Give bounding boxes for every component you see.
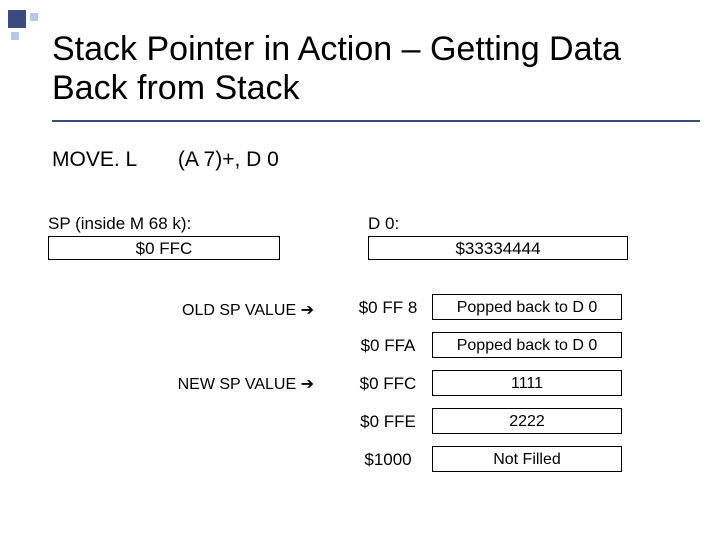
instruction-operands: (A 7)+, D 0 <box>178 148 279 171</box>
mem-cell: 2222 <box>432 408 622 434</box>
mem-cell: Popped back to D 0 <box>432 332 622 358</box>
instruction-mnemonic: MOVE. L <box>52 148 172 172</box>
sp-label: SP (inside M 68 k): <box>48 214 191 234</box>
mem-cell: Not Filled <box>432 446 622 472</box>
d0-value-box: $33334444 <box>368 236 628 260</box>
slide-title: Stack Pointer in Action – Getting Data B… <box>52 30 690 108</box>
sp-value-box: $0 FFC <box>48 236 280 260</box>
mem-addr: $0 FFA <box>356 336 420 356</box>
new-sp-pointer-label: NEW SP VALUE ➔ <box>114 374 314 394</box>
old-sp-pointer-label: OLD SP VALUE ➔ <box>114 300 314 320</box>
slide-corner-decoration <box>8 10 46 48</box>
mem-cell: 1111 <box>432 370 622 396</box>
mem-addr: $0 FFE <box>356 412 420 432</box>
mem-addr: $0 FFC <box>356 374 420 394</box>
mem-addr: $0 FF 8 <box>356 298 420 318</box>
mem-cell: Popped back to D 0 <box>432 294 622 320</box>
instruction-line: MOVE. L (A 7)+, D 0 <box>52 148 279 172</box>
mem-addr: $1000 <box>356 450 420 470</box>
title-underline <box>52 120 700 122</box>
d0-label: D 0: <box>368 214 399 234</box>
